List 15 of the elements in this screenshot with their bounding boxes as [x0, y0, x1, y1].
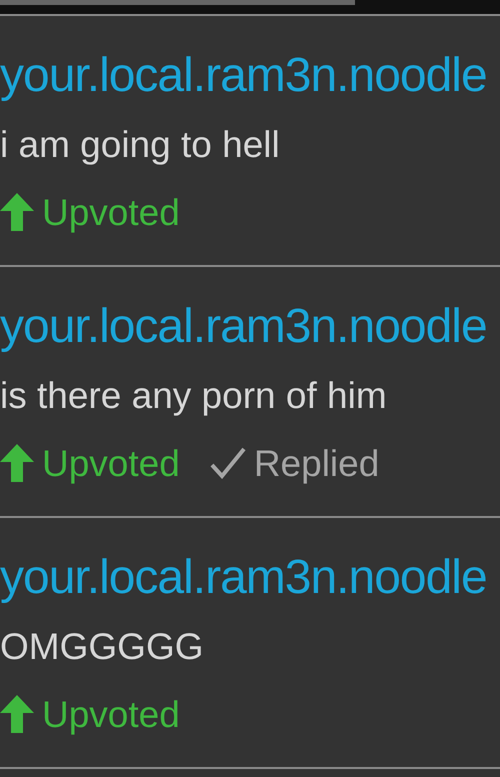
up-arrow-icon	[0, 193, 34, 231]
replied-text: Replied	[254, 444, 380, 482]
upvoted-text: Upvoted	[42, 696, 180, 732]
username[interactable]: your.local.ram3n.noodle	[0, 303, 500, 351]
username[interactable]: your.local.ram3n.noodle	[0, 52, 500, 100]
comment-text: is there any porn of him	[0, 377, 388, 414]
up-arrow-icon	[0, 444, 34, 482]
upvoted-text: Upvoted	[42, 194, 180, 230]
scrollbar-thumb[interactable]	[0, 0, 355, 5]
username[interactable]: your.local.ram3n.noodle	[0, 554, 500, 602]
checkmark-icon	[210, 447, 246, 479]
up-arrow-icon	[0, 695, 34, 733]
comment-text: i am going to hell	[0, 126, 281, 163]
upvoted-text: Upvoted	[42, 444, 180, 482]
comment-text: OMGGGGG	[0, 628, 204, 665]
